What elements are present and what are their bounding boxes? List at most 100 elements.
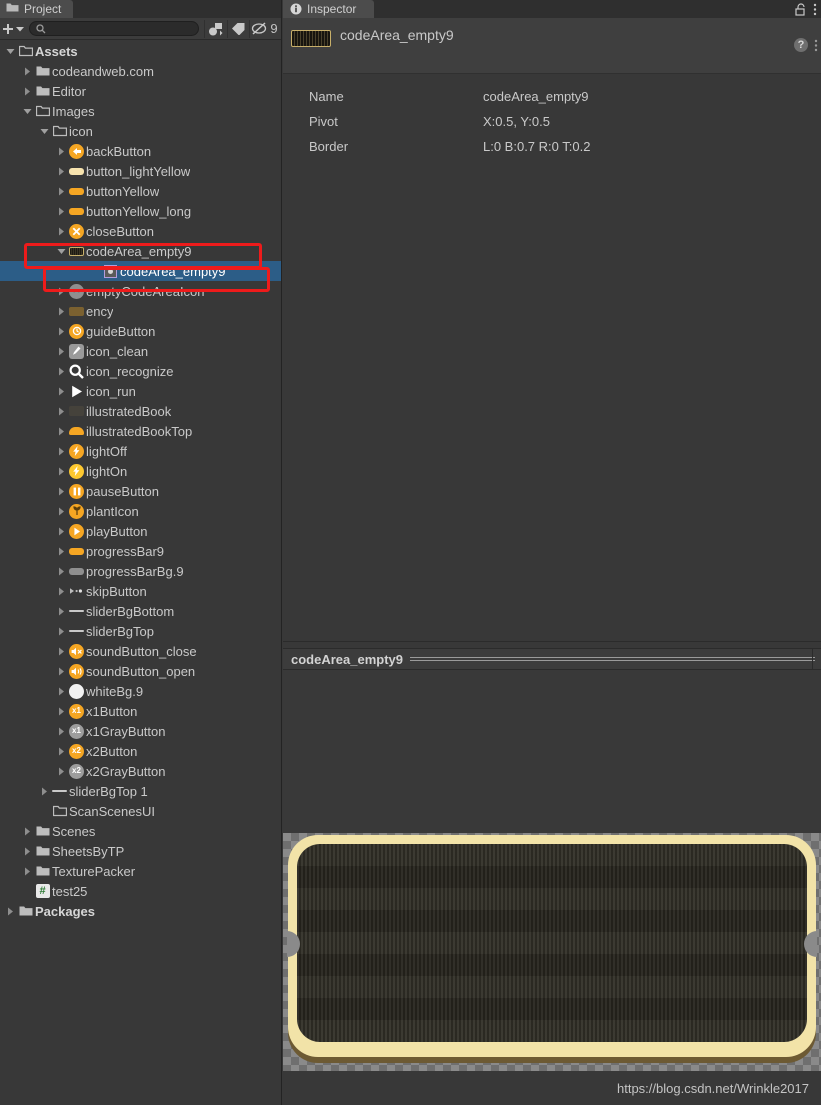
tree-row-buttonyellow-long[interactable]: buttonYellow_long bbox=[0, 201, 281, 221]
preview-header[interactable]: codeArea_empty9 bbox=[283, 648, 821, 670]
kebab-menu-icon[interactable] bbox=[813, 3, 817, 16]
tree-row-editor[interactable]: Editor bbox=[0, 81, 281, 101]
tree-row-images[interactable]: Images bbox=[0, 101, 281, 121]
tree-expand-arrow[interactable] bbox=[55, 601, 68, 621]
tree-row-packages[interactable]: Packages bbox=[0, 901, 281, 921]
tab-project[interactable]: Project bbox=[0, 0, 74, 18]
tree-expand-arrow[interactable] bbox=[55, 181, 68, 201]
tree-expand-arrow[interactable] bbox=[21, 61, 34, 81]
tree-row-x2graybutton[interactable]: x2 x2GrayButton bbox=[0, 761, 281, 781]
tree-row-backbutton[interactable]: backButton bbox=[0, 141, 281, 161]
tree-row-x1graybutton[interactable]: x1 x1GrayButton bbox=[0, 721, 281, 741]
search-field[interactable] bbox=[29, 21, 199, 36]
tree-expand-arrow[interactable] bbox=[21, 101, 34, 121]
tree-row-x2button[interactable]: x2 x2Button bbox=[0, 741, 281, 761]
tree-expand-arrow[interactable] bbox=[55, 501, 68, 521]
tree-row-pausebutton[interactable]: pauseButton bbox=[0, 481, 281, 501]
tree-expand-arrow[interactable] bbox=[21, 81, 34, 101]
kebab-menu-icon[interactable] bbox=[814, 39, 818, 52]
tree-expand-arrow[interactable] bbox=[21, 841, 34, 861]
hidden-assets-toggle[interactable]: 9 bbox=[250, 19, 279, 39]
tree-row-closebutton[interactable]: closeButton bbox=[0, 221, 281, 241]
tree-expand-arrow[interactable] bbox=[55, 221, 68, 241]
tree-row-icon-recognize[interactable]: icon_recognize bbox=[0, 361, 281, 381]
tree-expand-arrow[interactable] bbox=[55, 341, 68, 361]
lock-open-icon[interactable] bbox=[795, 2, 806, 16]
tree-row-sliderbgtop[interactable]: sliderBgTop bbox=[0, 621, 281, 641]
tree-expand-arrow[interactable] bbox=[55, 361, 68, 381]
tree-expand-arrow[interactable] bbox=[55, 441, 68, 461]
tree-row-whitebg-9[interactable]: whiteBg.9 bbox=[0, 681, 281, 701]
sprite-preview-canvas[interactable] bbox=[283, 833, 821, 1071]
tree-expand-arrow[interactable] bbox=[55, 641, 68, 661]
tree-expand-arrow[interactable] bbox=[38, 781, 51, 801]
tree-row-progressbar9[interactable]: progressBar9 bbox=[0, 541, 281, 561]
tree-row-soundbutton-close[interactable]: soundButton_close bbox=[0, 641, 281, 661]
tree-expand-arrow[interactable] bbox=[55, 561, 68, 581]
tab-inspector[interactable]: Inspector bbox=[283, 0, 375, 18]
tree-expand-arrow[interactable] bbox=[38, 121, 51, 141]
tree-expand-arrow[interactable] bbox=[21, 821, 34, 841]
tree-row-buttonyellow[interactable]: buttonYellow bbox=[0, 181, 281, 201]
tree-expand-arrow[interactable] bbox=[55, 321, 68, 341]
tree-expand-arrow[interactable] bbox=[55, 281, 68, 301]
tree-expand-arrow[interactable] bbox=[55, 681, 68, 701]
tree-expand-arrow[interactable] bbox=[55, 421, 68, 441]
tree-expand-arrow[interactable] bbox=[55, 541, 68, 561]
filter-by-type-button[interactable] bbox=[205, 19, 227, 39]
search-input[interactable] bbox=[50, 22, 192, 35]
tree-expand-arrow[interactable] bbox=[4, 901, 17, 921]
tree-row-codeandweb-com[interactable]: codeandweb.com bbox=[0, 61, 281, 81]
tree-expand-arrow[interactable] bbox=[55, 701, 68, 721]
tree-expand-arrow[interactable] bbox=[4, 41, 17, 61]
tree-expand-arrow[interactable] bbox=[55, 301, 68, 321]
tree-expand-arrow[interactable] bbox=[55, 401, 68, 421]
help-icon[interactable]: ? bbox=[794, 38, 808, 52]
filter-by-label-button[interactable] bbox=[227, 19, 249, 39]
tree-expand-arrow[interactable] bbox=[55, 761, 68, 781]
tree-row-soundbutton-open[interactable]: soundButton_open bbox=[0, 661, 281, 681]
tree-expand-arrow[interactable] bbox=[55, 481, 68, 501]
tree-expand-arrow[interactable] bbox=[55, 141, 68, 161]
tree-expand-arrow[interactable] bbox=[55, 721, 68, 741]
tree-row-icon-clean[interactable]: icon_clean bbox=[0, 341, 281, 361]
tree-row-lightoff[interactable]: lightOff bbox=[0, 441, 281, 461]
tree-row-test25[interactable]: # test25 bbox=[0, 881, 281, 901]
tree-row-scanscenesui[interactable]: ScanScenesUI bbox=[0, 801, 281, 821]
tree-row-emptycodeareaicon[interactable]: emptyCodeAreaIcon bbox=[0, 281, 281, 301]
tree-expand-arrow[interactable] bbox=[55, 581, 68, 601]
tree-row-codearea-empty9[interactable]: codeArea_empty9 bbox=[0, 241, 281, 261]
tree-row-assets[interactable]: Assets bbox=[0, 41, 281, 61]
tree-expand-arrow[interactable] bbox=[55, 201, 68, 221]
tree-expand-arrow[interactable] bbox=[55, 461, 68, 481]
tree-expand-arrow[interactable] bbox=[55, 161, 68, 181]
tree-row-ency[interactable]: ency bbox=[0, 301, 281, 321]
tree-row-illustratedbook[interactable]: illustratedBook bbox=[0, 401, 281, 421]
tree-row-guidebutton[interactable]: guideButton bbox=[0, 321, 281, 341]
tree-expand-arrow[interactable] bbox=[55, 621, 68, 641]
tree-row-button-lightyellow[interactable]: button_lightYellow bbox=[0, 161, 281, 181]
tree-expand-arrow[interactable] bbox=[55, 241, 68, 261]
tree-row-scenes[interactable]: Scenes bbox=[0, 821, 281, 841]
tree-row-progressbarbg-9[interactable]: progressBarBg.9 bbox=[0, 561, 281, 581]
tree-expand-arrow[interactable] bbox=[55, 661, 68, 681]
tree-row-icon[interactable]: icon bbox=[0, 121, 281, 141]
tree-row-x1button[interactable]: x1 x1Button bbox=[0, 701, 281, 721]
tree-row-skipbutton[interactable]: skipButton bbox=[0, 581, 281, 601]
tree-row-lighton[interactable]: lightOn bbox=[0, 461, 281, 481]
tree-row-playbutton[interactable]: playButton bbox=[0, 521, 281, 541]
project-asset-tree[interactable]: Assets codeandweb.com Editor Images icon back… bbox=[0, 41, 281, 1105]
tree-row-codearea-empty9[interactable]: codeArea_empty9 bbox=[0, 261, 281, 281]
tree-expand-arrow[interactable] bbox=[55, 521, 68, 541]
tree-row-icon-run[interactable]: icon_run bbox=[0, 381, 281, 401]
tree-expand-arrow[interactable] bbox=[21, 861, 34, 881]
tree-row-planticon[interactable]: plantIcon bbox=[0, 501, 281, 521]
tree-expand-arrow[interactable] bbox=[55, 741, 68, 761]
tree-row-sliderbgbottom[interactable]: sliderBgBottom bbox=[0, 601, 281, 621]
create-asset-button[interactable] bbox=[2, 19, 24, 39]
tree-row-sliderbgtop-1[interactable]: sliderBgTop 1 bbox=[0, 781, 281, 801]
tree-row-texturepacker[interactable]: TexturePacker bbox=[0, 861, 281, 881]
tree-row-illustratedbooktop[interactable]: illustratedBookTop bbox=[0, 421, 281, 441]
tree-row-sheetsbytp[interactable]: SheetsByTP bbox=[0, 841, 281, 861]
tree-expand-arrow[interactable] bbox=[55, 381, 68, 401]
